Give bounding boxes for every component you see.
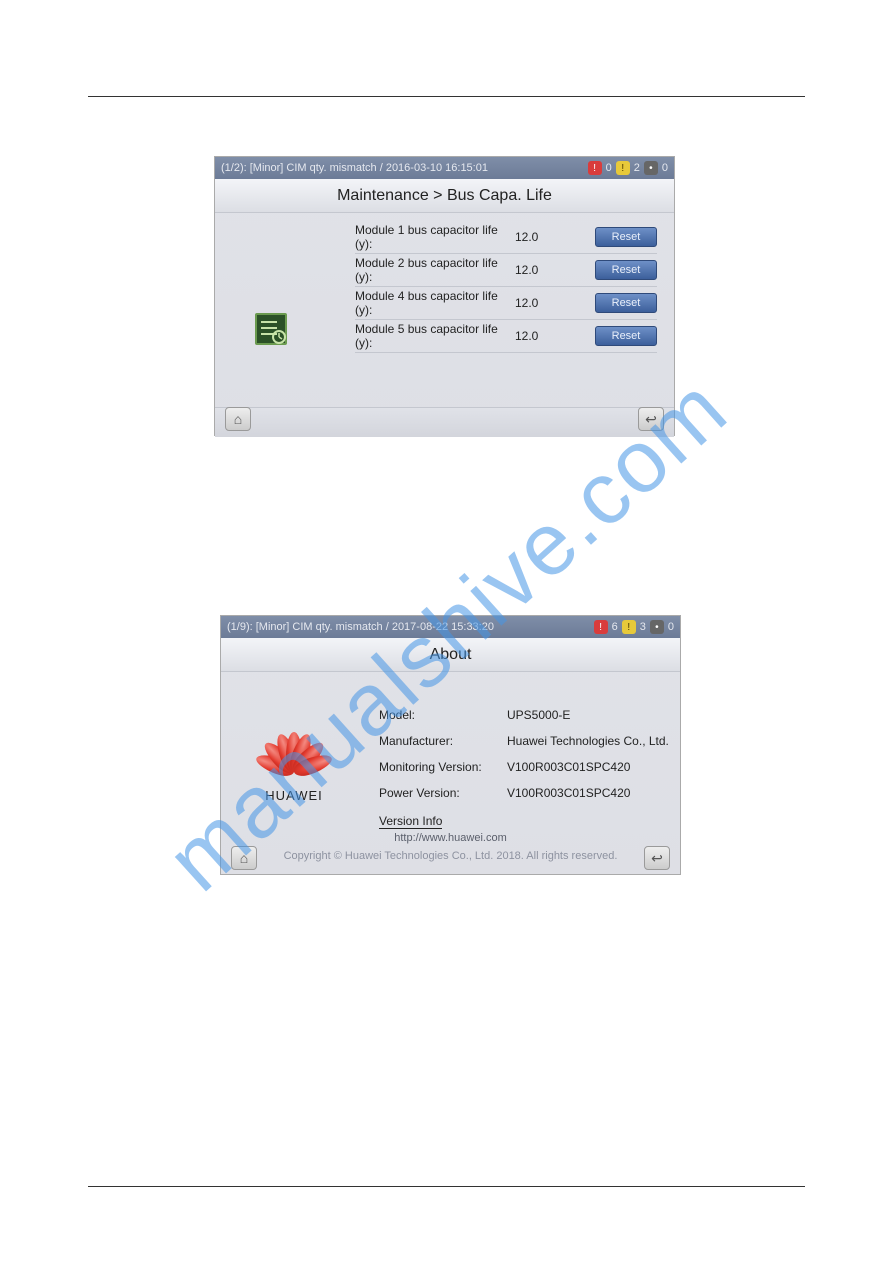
about-info: Model: UPS5000-E Manufacturer: Huawei Te…	[379, 702, 669, 829]
screenshot-maintenance: (1/2): [Minor] CIM qty. mismatch / 2016-…	[214, 156, 675, 436]
row-value: 12.0	[515, 263, 561, 277]
bottom-toolbar	[215, 407, 674, 437]
table-row: Module 1 bus capacitor life (y): 12.0 Re…	[355, 221, 657, 254]
info-label: Monitoring Version:	[379, 760, 507, 774]
alarm-minor-count: 2	[634, 162, 640, 174]
home-button[interactable]: ⌂	[225, 407, 251, 431]
status-bar: (1/2): [Minor] CIM qty. mismatch / 2016-…	[215, 157, 674, 179]
maintenance-icon	[255, 313, 287, 345]
row-label: Module 2 bus capacitor life (y):	[355, 256, 515, 284]
status-text: (1/9): [Minor] CIM qty. mismatch / 2017-…	[227, 621, 494, 633]
alarm-info-icon: •	[644, 161, 658, 175]
info-row-manufacturer: Manufacturer: Huawei Technologies Co., L…	[379, 728, 669, 754]
reset-button[interactable]: Reset	[595, 293, 657, 313]
status-text: (1/2): [Minor] CIM qty. mismatch / 2016-…	[221, 162, 488, 174]
row-value: 12.0	[515, 296, 561, 310]
info-row-model: Model: UPS5000-E	[379, 702, 669, 728]
info-value: UPS5000-E	[507, 708, 669, 722]
status-badges: ! 0 ! 2 • 0	[588, 161, 668, 175]
table-row: Module 5 bus capacitor life (y): 12.0 Re…	[355, 320, 657, 353]
reset-button[interactable]: Reset	[595, 326, 657, 346]
screenshot-about: (1/9): [Minor] CIM qty. mismatch / 2017-…	[220, 615, 681, 875]
info-row-monitoring: Monitoring Version: V100R003C01SPC420	[379, 754, 669, 780]
info-label: Manufacturer:	[379, 734, 507, 748]
info-value: V100R003C01SPC420	[507, 786, 669, 800]
back-button[interactable]: ↩	[644, 846, 670, 870]
info-row-power: Power Version: V100R003C01SPC420	[379, 780, 669, 806]
row-value: 12.0	[515, 329, 561, 343]
page-title: About	[221, 638, 680, 672]
status-bar: (1/9): [Minor] CIM qty. mismatch / 2017-…	[221, 616, 680, 638]
info-label: Model:	[379, 708, 507, 722]
version-info-link[interactable]: Version Info	[379, 814, 442, 829]
status-badges: ! 6 ! 3 • 0	[594, 620, 674, 634]
row-label: Module 1 bus capacitor life (y):	[355, 223, 515, 251]
row-label: Module 5 bus capacitor life (y):	[355, 322, 515, 350]
alarm-info-count: 0	[668, 621, 674, 633]
alarm-critical-count: 0	[606, 162, 612, 174]
copyright-text: Copyright © Huawei Technologies Co., Ltd…	[221, 850, 680, 862]
back-button[interactable]: ↩	[638, 407, 664, 431]
home-button[interactable]: ⌂	[231, 846, 257, 870]
home-icon: ⌂	[240, 850, 248, 866]
home-icon: ⌂	[234, 411, 242, 427]
footer-url: http://www.huawei.com	[221, 832, 680, 844]
back-icon: ↩	[651, 850, 663, 867]
back-icon: ↩	[645, 411, 657, 428]
alarm-minor-count: 3	[640, 621, 646, 633]
alarm-minor-icon: !	[622, 620, 636, 634]
row-label: Module 4 bus capacitor life (y):	[355, 289, 515, 317]
bus-capacitor-table: Module 1 bus capacitor life (y): 12.0 Re…	[355, 221, 657, 353]
alarm-info-icon: •	[650, 620, 664, 634]
reset-button[interactable]: Reset	[595, 260, 657, 280]
breadcrumb: Maintenance > Bus Capa. Life	[215, 179, 674, 213]
info-value: Huawei Technologies Co., Ltd.	[507, 734, 669, 748]
alarm-info-count: 0	[662, 162, 668, 174]
huawei-logo: HUAWEI	[239, 728, 349, 803]
table-row: Module 2 bus capacitor life (y): 12.0 Re…	[355, 254, 657, 287]
alarm-minor-icon: !	[616, 161, 630, 175]
table-row: Module 4 bus capacitor life (y): 12.0 Re…	[355, 287, 657, 320]
alarm-critical-icon: !	[594, 620, 608, 634]
row-value: 12.0	[515, 230, 561, 244]
alarm-critical-icon: !	[588, 161, 602, 175]
info-label: Power Version:	[379, 786, 507, 800]
divider-top	[88, 96, 805, 97]
divider-bottom	[88, 1186, 805, 1187]
reset-button[interactable]: Reset	[595, 227, 657, 247]
huawei-logo-icon	[256, 728, 332, 784]
huawei-logo-text: HUAWEI	[239, 788, 349, 803]
info-value: V100R003C01SPC420	[507, 760, 669, 774]
alarm-critical-count: 6	[612, 621, 618, 633]
